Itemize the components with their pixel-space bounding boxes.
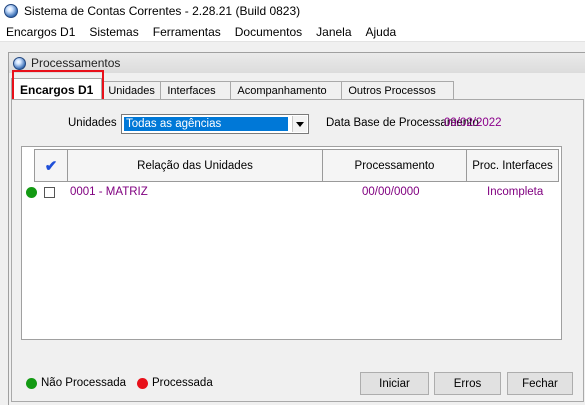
encargos-d1-panel: Unidades Todas as agências Data Base de …: [11, 99, 584, 402]
menu-bar: Encargos D1 Sistemas Ferramentas Documen…: [0, 22, 585, 42]
tab-acompanhamento[interactable]: Acompanhamento: [230, 81, 343, 100]
data-base-value: 09/02/2022: [444, 117, 502, 129]
menu-ajuda[interactable]: Ajuda: [359, 25, 404, 39]
unidades-select-value: Todas as agências: [124, 117, 288, 131]
cell-interfaces: Incompleta: [487, 186, 544, 198]
active-tab-highlight: [12, 70, 104, 101]
menu-ferramentas[interactable]: Ferramentas: [146, 25, 228, 39]
col-proc-interfaces[interactable]: Proc. Interfaces: [466, 149, 559, 182]
menu-sistemas[interactable]: Sistemas: [82, 25, 145, 39]
table-row[interactable]: 0001 - MATRIZ 00/00/0000 Incompleta: [22, 185, 561, 201]
nao-processada-dot-icon: [26, 378, 37, 389]
app-title: Sistema de Contas Correntes - 2.28.21 (B…: [24, 4, 301, 18]
tab-unidades[interactable]: Unidades: [101, 81, 162, 100]
erros-button[interactable]: Erros: [434, 372, 501, 395]
tab-outros-processos[interactable]: Outros Processos: [341, 81, 455, 100]
chevron-down-icon[interactable]: [292, 116, 307, 132]
cell-processamento: 00/00/0000: [362, 186, 420, 198]
status-dot-icon: [26, 187, 37, 198]
legend-nao-processada: Não Processada: [41, 377, 127, 389]
status-legend: Não Processada Processada: [22, 376, 322, 392]
filter-row: Unidades Todas as agências Data Base de …: [12, 114, 583, 134]
col-relacao-unidades[interactable]: Relação das Unidades: [67, 149, 323, 182]
cell-unidade: 0001 - MATRIZ: [70, 186, 148, 198]
menu-janela[interactable]: Janela: [309, 25, 358, 39]
unidades-grid: ✔ Relação das Unidades Processamento Pro…: [21, 146, 562, 340]
title-bar: Sistema de Contas Correntes - 2.28.21 (B…: [0, 0, 585, 22]
app-globe-icon: [4, 4, 18, 18]
select-all-check-icon[interactable]: ✔: [34, 149, 68, 182]
menu-documentos[interactable]: Documentos: [228, 25, 309, 39]
processada-dot-icon: [137, 378, 148, 389]
menu-encargos-d1[interactable]: Encargos D1: [0, 25, 82, 39]
row-checkbox[interactable]: [44, 187, 55, 198]
iniciar-button[interactable]: Iniciar: [360, 372, 429, 395]
grid-header: ✔ Relação das Unidades Processamento Pro…: [22, 147, 561, 182]
unidades-label: Unidades: [68, 117, 117, 129]
processamentos-window: Processamentos Encargos D1 Unidades Inte…: [8, 52, 585, 405]
col-processamento[interactable]: Processamento: [322, 149, 467, 182]
legend-processada: Processada: [152, 377, 213, 389]
unidades-select[interactable]: Todas as agências: [121, 114, 309, 134]
fechar-button[interactable]: Fechar: [507, 372, 573, 395]
tab-interfaces[interactable]: Interfaces: [160, 81, 232, 100]
window-globe-icon: [13, 56, 26, 70]
window-title: Processamentos: [31, 56, 121, 70]
